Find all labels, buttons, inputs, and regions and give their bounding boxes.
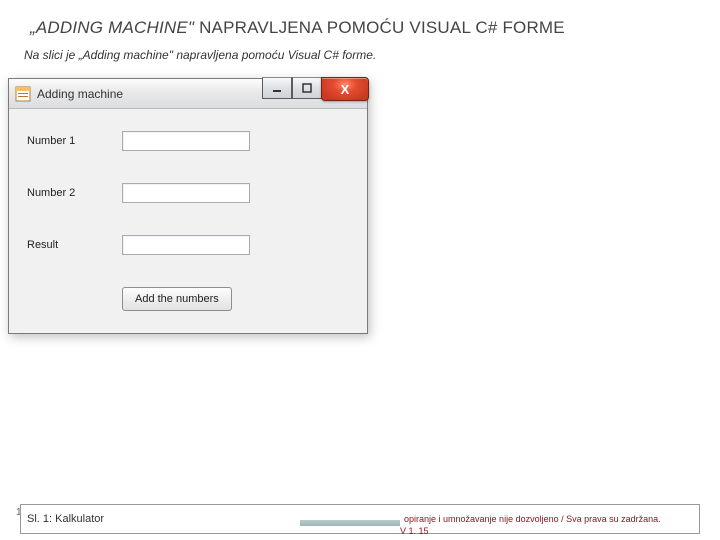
titlebar[interactable]: Adding machine X [9,79,367,109]
input-number2[interactable] [122,183,250,203]
input-number1[interactable] [122,131,250,151]
title-rest-part: NAPRAVLJENA POMOĆU VISUAL C# FORME [194,18,565,37]
minimize-icon [272,83,282,93]
version-text: V 1. 15 [400,526,429,536]
app-window: Adding machine X Number 1 Number 2 Resul… [8,78,368,334]
title-italic-part: „ADDING MACHINE" [30,18,194,37]
label-result: Result [27,239,122,251]
maximize-button[interactable] [292,77,322,99]
minimize-button[interactable] [262,77,292,99]
window-title: Adding machine [37,87,123,101]
add-numbers-button[interactable]: Add the numbers [122,287,232,311]
window-controls: X [262,77,369,101]
figure-caption: Sl. 1: Kalkulator [27,513,104,525]
slide-caption: Na slici je „Adding machine" napravljena… [0,42,720,72]
row-result: Result [27,235,349,255]
decorative-bar [300,520,400,526]
input-result[interactable] [122,235,250,255]
maximize-icon [302,83,312,93]
button-row: Add the numbers [27,287,349,311]
app-icon [15,86,31,102]
label-number1: Number 1 [27,135,122,147]
copyright-text: opiranje i umnožavanje nije dozvoljeno /… [404,514,661,524]
row-number2: Number 2 [27,183,349,203]
label-number2: Number 2 [27,187,122,199]
row-number1: Number 1 [27,131,349,151]
close-icon: X [341,82,350,97]
window-client-area: Number 1 Number 2 Result Add the numbers [9,109,367,333]
close-button[interactable]: X [321,77,369,101]
slide-title: „ADDING MACHINE" NAPRAVLJENA POMOĆU VISU… [0,0,720,42]
